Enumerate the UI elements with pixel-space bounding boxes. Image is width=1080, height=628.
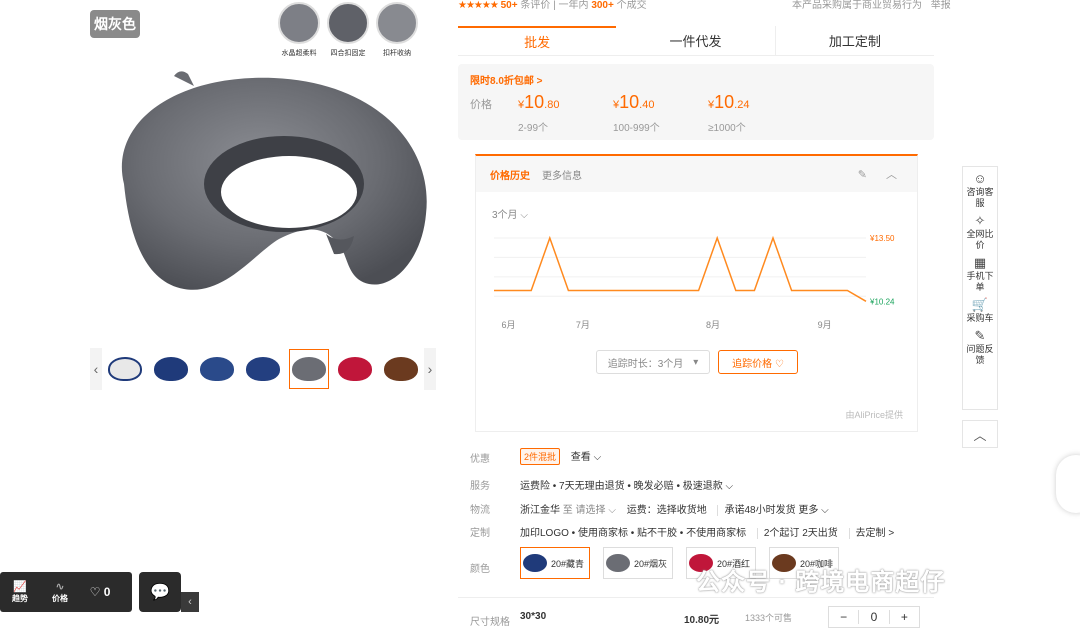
thumbnail[interactable]	[381, 349, 421, 389]
plus-button[interactable]: +	[890, 610, 919, 624]
cart-button[interactable]: 🛒 采购车	[963, 297, 997, 324]
size-value: 30*30	[520, 611, 547, 622]
custom-row: 加印LOGO • 使用商家标 • 贴不干胶 • 不使用商家标 2个起订 2天出货…	[520, 528, 895, 539]
size-stock: 1333个可售	[745, 613, 793, 623]
y-label: ¥10.24	[869, 297, 895, 306]
logistics-label: 物流	[470, 505, 490, 516]
thumbnail[interactable]	[197, 349, 237, 389]
size-label: 尺寸规格	[470, 617, 510, 628]
pulse-icon: ∿	[55, 581, 65, 593]
aliprice-credit: 由AliPrice提供	[845, 410, 903, 420]
promo-link[interactable]: 限时8.0折包邮 >	[470, 72, 543, 87]
price-label: 价格	[470, 99, 492, 111]
cart-icon: 🛒	[971, 297, 989, 312]
minus-button[interactable]: −	[829, 610, 858, 624]
tab-more-info[interactable]: 更多信息	[542, 167, 582, 182]
purchase-tabs: 批发 一件代发 加工定制	[458, 26, 934, 56]
discount-chip: 2件混批	[520, 448, 561, 465]
price-tier: ¥10.24 ≥1000个	[708, 92, 750, 134]
service-label: 服务	[470, 481, 490, 492]
price-tier: ¥10.40 100-999个	[613, 92, 660, 134]
puzzle-icon: ✧	[974, 213, 986, 228]
edit-icon: ✎	[974, 328, 986, 343]
chevron-right-icon[interactable]: ›	[424, 348, 436, 390]
thumbnail-selected[interactable]	[289, 349, 329, 389]
rating-stars-icon: ★★★★★	[458, 0, 499, 11]
x-tick-label: 9月	[818, 320, 832, 330]
product-main-image[interactable]	[104, 64, 434, 304]
period-select[interactable]: 3个月 ⌵	[492, 206, 528, 221]
price-button[interactable]: ∿ 价格	[40, 580, 80, 604]
report-link[interactable]: 举报	[931, 0, 951, 11]
logistics-row: 浙江金华 至 请选择 ⌵ 运费：选择收货地 承诺48小时发货 更多 ⌵	[520, 505, 829, 516]
mobile-order-button[interactable]: ▦ 手机下单	[963, 255, 997, 293]
thumbnail[interactable]	[105, 349, 145, 389]
color-tag: 烟灰色	[90, 10, 140, 38]
service-value[interactable]: 运费险 • 7天无理由退货 • 晚发必赔 • 极速退款 ⌵	[520, 477, 733, 492]
chevron-left-icon[interactable]: ‹	[181, 592, 199, 612]
qrcode-icon: ▦	[973, 255, 987, 270]
y-label: ¥13.50	[869, 234, 895, 243]
color-option[interactable]: 20#烟灰	[603, 547, 673, 579]
side-toolbar: ☺ 咨询客服 ✧ 全网比价 ▦ 手机下单 🛒 采购车 ✎ 问题反馈	[962, 166, 998, 410]
thumbnail-strip: ‹ ›	[90, 348, 438, 390]
thumbnail[interactable]	[243, 349, 283, 389]
tab-price-history[interactable]: 价格历史	[490, 167, 530, 182]
discount-row: 2件混批 查看 ⌵	[520, 448, 601, 465]
x-tick-label: 8月	[706, 320, 720, 330]
rating-line: ★★★★★ 50+ 条评价 | 一年内 300+ 个成交	[458, 0, 647, 11]
discount-label: 优惠	[470, 454, 490, 465]
discount-view-link[interactable]: 查看 ⌵	[571, 452, 601, 463]
compare-price-button[interactable]: ✧ 全网比价	[963, 213, 997, 251]
plugin-toolbar: 📈 趋势 ∿ 价格 ♡ 0	[0, 572, 132, 612]
go-custom-link[interactable]: 去定制 >	[848, 528, 895, 539]
color-option[interactable]: 20#藏青	[520, 547, 590, 579]
chevron-left-icon[interactable]: ‹	[90, 348, 102, 390]
price-line	[494, 235, 867, 302]
x-tick-label: 7月	[576, 320, 590, 330]
shipping-more[interactable]: 承诺48小时发货 更多 ⌵	[717, 505, 829, 516]
price-history-panel: 价格历史 更多信息 ✎ ︿ 3个月 ⌵ ¥13.50 ¥10.24 6月 7月 8月 9月…	[475, 154, 918, 432]
like-button[interactable]: ♡ 0	[80, 585, 120, 599]
tab-dropship[interactable]: 一件代发	[616, 26, 776, 55]
track-price-button[interactable]: 追踪价格 ♡	[718, 350, 798, 374]
thumbnail[interactable]	[151, 349, 191, 389]
back-to-top-button[interactable]: ︿	[962, 420, 998, 448]
tab-wholesale[interactable]: 批发	[458, 26, 617, 55]
edit-collapse-icon[interactable]: ✎ ︿	[858, 166, 905, 182]
destination-select[interactable]: 至 请选择 ⌵	[563, 505, 616, 516]
trend-icon: 📈	[13, 581, 27, 593]
color-label: 颜色	[470, 564, 490, 575]
thumbnail[interactable]	[335, 349, 375, 389]
price-tier: ¥10.80 2-99个	[518, 92, 560, 134]
size-price: 10.80元	[684, 615, 720, 626]
chat-icon: ☺	[973, 171, 987, 186]
track-duration-select[interactable]: 追踪时长：3个月 ▾	[596, 350, 710, 374]
feature-storage: 扣杆收纳	[374, 2, 420, 58]
tab-custom[interactable]: 加工定制	[776, 26, 934, 55]
trade-notice: 本产品采购属于商业贸易行为 举报	[792, 0, 951, 11]
feature-soft-fabric: 水晶超柔料	[276, 2, 322, 58]
floating-widget[interactable]	[1056, 455, 1080, 513]
feature-snap-button: 四合扣固定	[325, 2, 371, 58]
trend-button[interactable]: 📈 趋势	[0, 580, 40, 604]
customer-service-button[interactable]: ☺ 咨询客服	[963, 171, 997, 209]
feedback-button[interactable]: ✎ 问题反馈	[963, 328, 997, 366]
chat-bubble-icon[interactable]: 💬	[139, 572, 181, 612]
watermark: 公众号 · 跨境电商超仔	[696, 569, 946, 596]
x-tick-label: 6月	[501, 320, 515, 330]
price-box: 限时8.0折包邮 > 价格 ¥10.80 2-99个 ¥10.40 100-99…	[458, 64, 934, 140]
custom-label: 定制	[470, 528, 490, 539]
divider	[458, 597, 934, 598]
price-history-chart: ¥13.50 ¥10.24 6月 7月 8月 9月	[494, 234, 895, 330]
quantity-input[interactable]: 0	[858, 610, 890, 624]
